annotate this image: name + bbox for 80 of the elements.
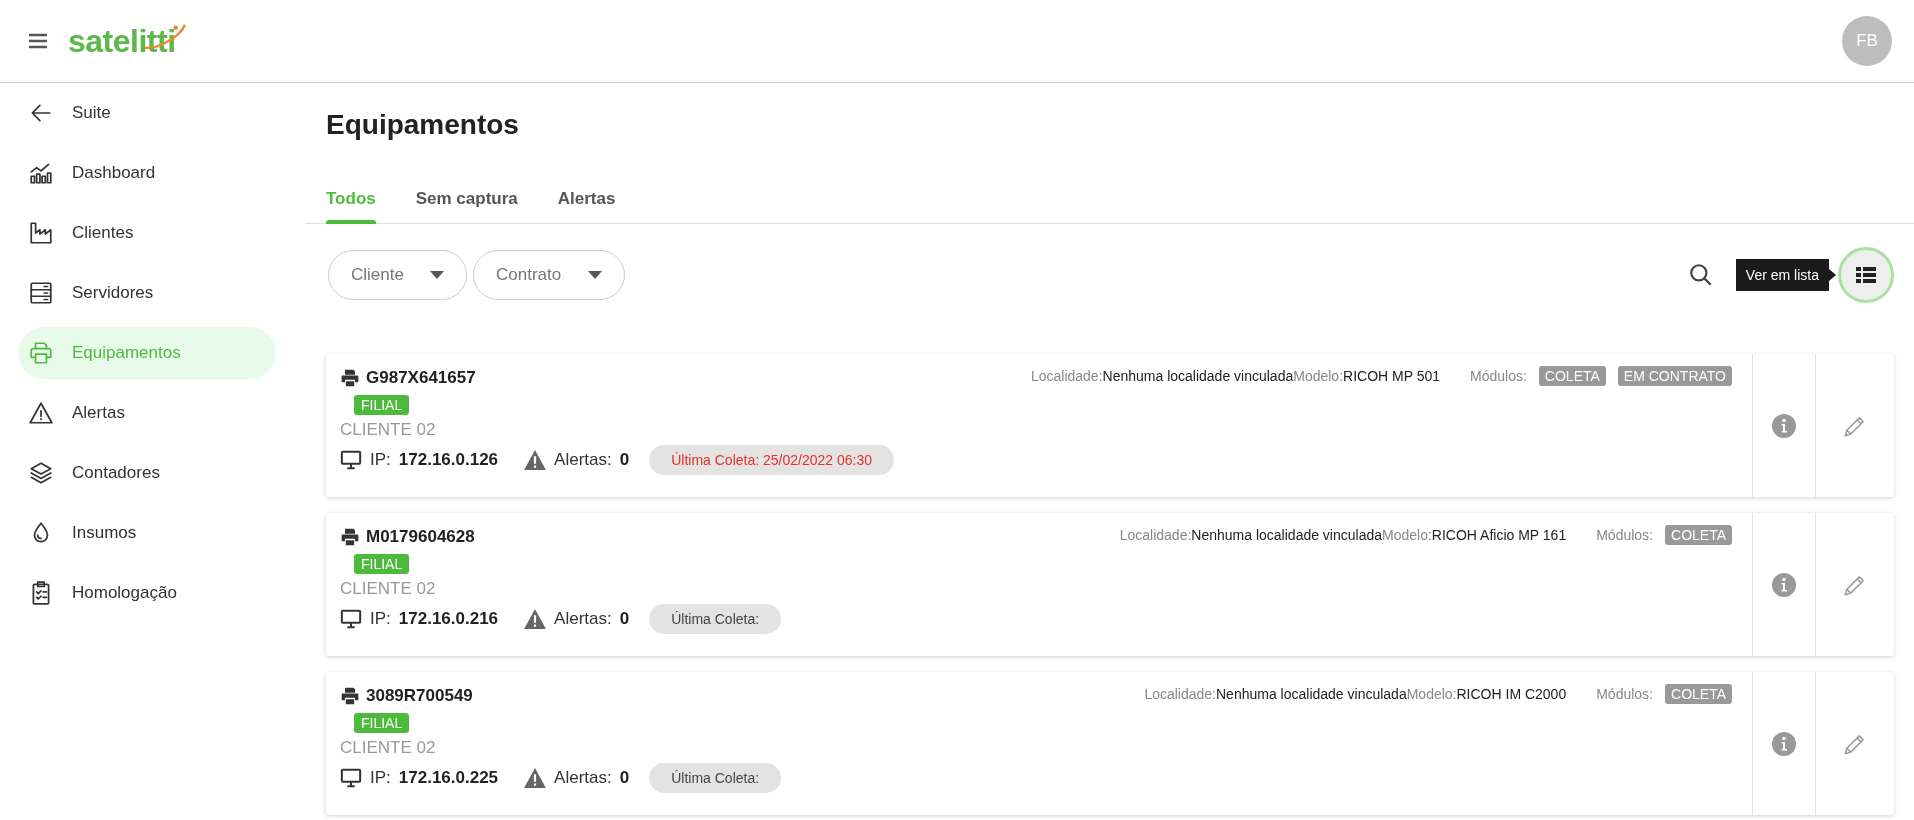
search-icon[interactable] bbox=[1687, 262, 1714, 288]
modules-label: Módulos: bbox=[1596, 686, 1653, 702]
model-value: RICOH IM C2000 bbox=[1456, 686, 1567, 702]
location-value: Nenhuma localidade vinculada bbox=[1216, 686, 1407, 702]
monitor-icon bbox=[340, 449, 362, 471]
ip-label: IP: bbox=[370, 768, 391, 788]
serial-number[interactable]: G987X641657 bbox=[366, 368, 476, 388]
module-tag: COLETA bbox=[1665, 525, 1732, 545]
sidebar-item[interactable]: Contadores bbox=[18, 447, 276, 499]
location-value: Nenhuma localidade vinculada bbox=[1191, 527, 1383, 543]
alerts-label: Alertas: bbox=[554, 768, 612, 788]
model-value: RICOH Aficio MP 161 bbox=[1431, 527, 1567, 543]
model-label: Modelo: bbox=[1406, 686, 1457, 702]
warning-icon bbox=[524, 768, 547, 788]
serial-number[interactable]: 3089R700549 bbox=[366, 686, 473, 706]
ip-address: 172.16.0.216 bbox=[398, 609, 499, 629]
server-icon bbox=[28, 280, 54, 306]
layers-icon bbox=[28, 460, 54, 486]
sidebar-item[interactable]: Insumos bbox=[18, 507, 276, 559]
factory-icon bbox=[28, 220, 54, 246]
monitor-icon bbox=[340, 608, 362, 630]
serial-number[interactable]: M0179604628 bbox=[366, 527, 475, 547]
printer-icon bbox=[28, 340, 54, 366]
last-capture-pill: Última Coleta: bbox=[649, 763, 782, 793]
location-label: Localidade: bbox=[1119, 527, 1192, 543]
alerts-label: Alertas: bbox=[554, 609, 612, 629]
client-name: CLIENTE 02 bbox=[340, 738, 437, 758]
model-value: RICOH MP 501 bbox=[1343, 368, 1441, 384]
monitor-icon bbox=[340, 767, 362, 789]
model-label: Modelo: bbox=[1293, 368, 1344, 384]
location-value: Nenhuma localidade vinculada bbox=[1102, 368, 1294, 384]
sidebar-item[interactable]: Clientes bbox=[18, 207, 276, 259]
model-label: Modelo: bbox=[1382, 527, 1432, 543]
ip-label: IP: bbox=[370, 609, 391, 629]
list-icon bbox=[1856, 267, 1876, 283]
alerts-count: 0 bbox=[619, 609, 630, 629]
sidebar-item[interactable]: Suite bbox=[18, 87, 276, 139]
warning-icon bbox=[524, 609, 547, 629]
branch-tag: FILIAL bbox=[354, 554, 410, 574]
client-name: CLIENTE 02 bbox=[340, 420, 437, 440]
printer-icon bbox=[340, 368, 360, 388]
last-capture-pill: Última Coleta: 25/02/2022 06:30 bbox=[649, 445, 894, 475]
modules-label: Módulos: bbox=[1470, 368, 1527, 384]
printer-icon bbox=[340, 527, 360, 547]
sidebar-item[interactable]: Alertas bbox=[18, 387, 276, 439]
location-label: Localidade: bbox=[1030, 368, 1103, 384]
filter-dropdown[interactable]: Cliente bbox=[328, 250, 467, 300]
ip-address: 172.16.0.126 bbox=[398, 450, 499, 470]
printer-icon bbox=[340, 686, 360, 706]
location-label: Localidade: bbox=[1144, 686, 1216, 702]
filter-dropdown[interactable]: Contrato bbox=[473, 250, 625, 300]
alerts-label: Alertas: bbox=[554, 450, 612, 470]
info-icon[interactable] bbox=[1772, 731, 1796, 756]
module-tag: COLETA bbox=[1538, 366, 1606, 386]
tab[interactable]: Sem captura bbox=[415, 175, 518, 223]
warning-icon bbox=[28, 400, 54, 426]
sidebar-item[interactable]: Homologação bbox=[18, 567, 276, 619]
page-title: Equipamentos bbox=[325, 108, 520, 142]
ip-label: IP: bbox=[370, 450, 391, 470]
chart-icon bbox=[28, 160, 54, 186]
module-tag: COLETA bbox=[1665, 684, 1732, 704]
module-tag: EM CONTRATO bbox=[1617, 366, 1732, 386]
list-view-button[interactable] bbox=[1838, 247, 1894, 303]
branch-tag: FILIAL bbox=[354, 395, 410, 415]
last-capture-pill: Última Coleta: bbox=[649, 604, 782, 634]
warning-icon bbox=[524, 450, 547, 470]
caret-icon bbox=[430, 271, 444, 279]
alerts-count: 0 bbox=[619, 450, 630, 470]
tooltip: Ver em lista bbox=[1735, 259, 1836, 291]
sidebar-item[interactable]: Servidores bbox=[18, 267, 276, 319]
alerts-count: 0 bbox=[619, 768, 630, 788]
sidebar-item[interactable]: Dashboard bbox=[18, 147, 276, 199]
branch-tag: FILIAL bbox=[354, 713, 410, 733]
modules-label: Módulos: bbox=[1596, 527, 1653, 543]
client-name: CLIENTE 02 bbox=[340, 579, 437, 599]
info-icon[interactable] bbox=[1772, 413, 1796, 438]
tab[interactable]: Alertas bbox=[557, 175, 616, 223]
info-icon[interactable] bbox=[1772, 572, 1796, 597]
caret-icon bbox=[588, 271, 602, 279]
ip-address: 172.16.0.225 bbox=[398, 768, 499, 788]
